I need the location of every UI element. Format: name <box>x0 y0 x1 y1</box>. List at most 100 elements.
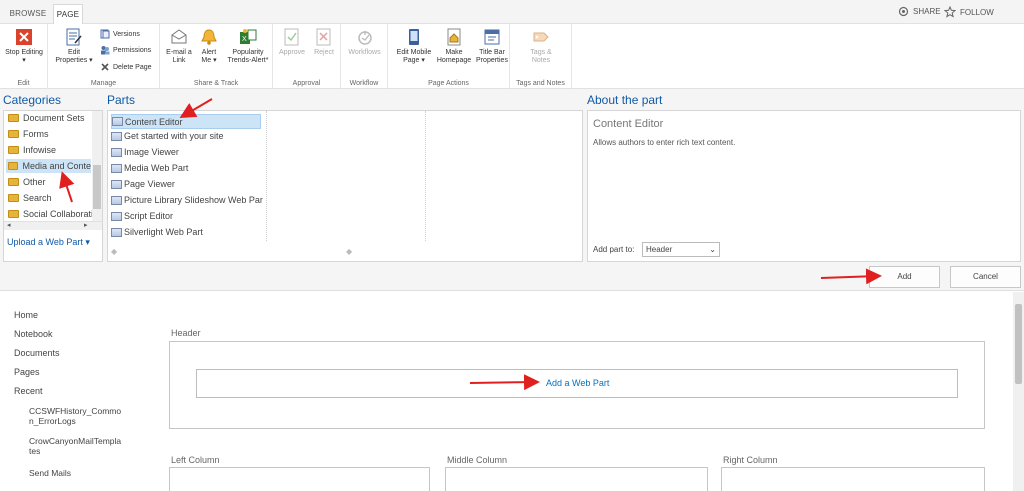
nav-recent-line: n_ErrorLogs <box>29 416 76 426</box>
edit-mobile-label-1: Edit Mobile <box>396 49 432 56</box>
reject-label: Reject <box>314 49 334 56</box>
category-document-sets[interactable]: Document Sets <box>8 113 85 123</box>
page-scroll-thumb[interactable] <box>1015 304 1022 384</box>
cancel-button[interactable]: Cancel <box>950 266 1021 288</box>
part-picture-library-slideshow[interactable]: Picture Library Slideshow Web Par <box>111 195 263 205</box>
add-web-part-link[interactable]: Add a Web Part <box>546 378 609 388</box>
add-part-to-value: Header <box>646 245 673 254</box>
part-label: Silverlight Web Part <box>124 227 203 237</box>
popularity-label-1: Popularity <box>232 49 264 56</box>
nav-recent-ccswfhistory[interactable]: CCSWFHistory_Commo n_ErrorLogs <box>29 406 121 426</box>
part-script-editor[interactable]: Script Editor <box>111 211 173 221</box>
share-button[interactable]: SHARE <box>898 6 941 17</box>
ribbon-group-page-actions: Edit Mobile Page ▾ Make Homepage Title B… <box>388 24 510 89</box>
ribbon-group-tags-notes: Tags & Notes Tags and Notes <box>510 24 572 89</box>
popularity-trends-button[interactable]: X Popularity Trends-Alert* <box>224 28 272 65</box>
parts-prev-arrow-icon[interactable]: ◆ <box>111 247 117 256</box>
title-bar-properties-button[interactable]: Title Bar Properties <box>474 28 510 65</box>
category-label: Forms <box>23 129 49 139</box>
approve-button[interactable]: Approve <box>277 28 307 57</box>
reject-icon <box>316 28 331 46</box>
workflows-button[interactable]: Workflows <box>343 28 386 57</box>
part-content-editor[interactable]: Content Editor <box>111 114 261 129</box>
header-zone: Add a Web Part <box>169 341 985 429</box>
upload-web-part-link[interactable]: Upload a Web Part ▾ <box>7 237 90 248</box>
delete-page-label: Delete Page <box>113 63 152 71</box>
upload-web-part-label: Upload a Web Part <box>7 237 83 247</box>
category-search[interactable]: Search <box>8 193 52 203</box>
web-part-icon <box>111 147 122 157</box>
part-label: Image Viewer <box>124 147 179 157</box>
email-link-button[interactable]: E-mail a Link <box>162 28 196 65</box>
part-media-web-part[interactable]: Media Web Part <box>111 163 188 173</box>
folder-icon <box>8 162 19 170</box>
permissions-icon <box>101 46 110 55</box>
category-other[interactable]: Other <box>8 177 46 187</box>
delete-page-button[interactable]: Delete Page <box>100 62 152 72</box>
nav-recent-line: CCSWFHistory_Commo <box>29 406 122 416</box>
category-social-collaboration[interactable]: Social Collaborati <box>8 209 93 219</box>
part-silverlight-web-part[interactable]: Silverlight Web Part <box>111 227 203 237</box>
approve-icon <box>284 28 299 46</box>
parts-next-arrow-icon[interactable]: ◆ <box>346 247 352 256</box>
workflows-label: Workflows <box>348 49 381 56</box>
scroll-left-arrow-icon[interactable]: ◂ <box>7 221 11 229</box>
permissions-button[interactable]: Permissions <box>100 45 151 55</box>
categories-vscroll-thumb[interactable] <box>93 165 101 209</box>
categories-title: Categories <box>3 93 62 107</box>
group-label-workflow: Workflow <box>349 80 379 87</box>
tab-browse[interactable]: BROWSE <box>6 4 50 24</box>
part-get-started[interactable]: Get started with your site <box>111 131 224 141</box>
title-bar-properties-icon <box>484 29 500 45</box>
make-homepage-label-1: Make <box>445 49 463 56</box>
follow-label: FOLLOW <box>960 7 994 17</box>
excel-trends-icon: X <box>240 29 257 44</box>
part-image-viewer[interactable]: Image Viewer <box>111 147 179 157</box>
nav-recent-crowcanyon[interactable]: CrowCanyonMailTempla tes <box>29 436 121 456</box>
group-label-tags-notes: Tags and Notes <box>516 80 565 87</box>
category-infowise[interactable]: Infowise <box>8 145 56 155</box>
nav-documents[interactable]: Documents <box>14 348 60 358</box>
about-part-description: Allows authors to enter rich text conten… <box>593 138 736 147</box>
nav-recent-line: CrowCanyonMailTempla <box>29 436 122 446</box>
group-label-manage: Manage <box>90 80 117 87</box>
add-part-to-select[interactable]: Header ⌄ <box>642 242 720 257</box>
ribbon-group-share-track: E-mail a Link Alert Me ▾ X Popularity Tr… <box>160 24 273 89</box>
edit-properties-button[interactable]: Edit Properties ▾ <box>52 28 96 65</box>
category-forms[interactable]: Forms <box>8 129 49 139</box>
nav-recent-send-mails[interactable]: Send Mails <box>29 468 71 478</box>
email-icon <box>171 29 187 44</box>
web-part-icon <box>111 211 122 221</box>
group-label-page-actions: Page Actions <box>428 80 469 87</box>
edit-mobile-page-button[interactable]: Edit Mobile Page ▾ <box>392 28 436 65</box>
add-button[interactable]: Add <box>869 266 940 288</box>
alert-me-button[interactable]: Alert Me ▾ <box>196 28 222 65</box>
reject-button[interactable]: Reject <box>309 28 339 57</box>
tag-icon <box>533 32 549 42</box>
tags-notes-label-2: Notes <box>531 57 551 64</box>
add-web-part-bar[interactable]: Add a Web Part <box>196 369 958 398</box>
nav-notebook[interactable]: Notebook <box>14 329 53 339</box>
category-media-and-content[interactable]: Media and Conte <box>6 159 91 173</box>
nav-home[interactable]: Home <box>14 310 38 320</box>
stop-editing-button[interactable]: Stop Editing ▾ <box>2 28 46 65</box>
add-part-to-label: Add part to: <box>593 245 635 254</box>
scroll-right-arrow-icon[interactable]: ▸ <box>84 221 88 229</box>
tags-notes-button[interactable]: Tags & Notes <box>516 28 566 65</box>
edit-properties-label-2: Properties <box>55 57 88 64</box>
delete-icon <box>101 63 109 71</box>
svg-text:X: X <box>242 36 247 43</box>
versions-button[interactable]: Versions <box>100 29 140 39</box>
nav-pages[interactable]: Pages <box>14 367 40 377</box>
web-part-icon <box>111 195 122 205</box>
follow-button[interactable]: FOLLOW <box>944 6 994 18</box>
make-homepage-button[interactable]: Make Homepage <box>436 28 472 65</box>
workflow-icon <box>357 31 372 45</box>
chevron-down-icon: ⌄ <box>709 245 716 254</box>
part-label: Page Viewer <box>124 179 175 189</box>
make-homepage-label-2: Homepage <box>436 57 472 64</box>
part-page-viewer[interactable]: Page Viewer <box>111 179 175 189</box>
ribbon-group-edit: Stop Editing ▾ Edit <box>0 24 48 89</box>
folder-icon <box>8 210 19 218</box>
tab-page[interactable]: PAGE <box>53 4 83 25</box>
